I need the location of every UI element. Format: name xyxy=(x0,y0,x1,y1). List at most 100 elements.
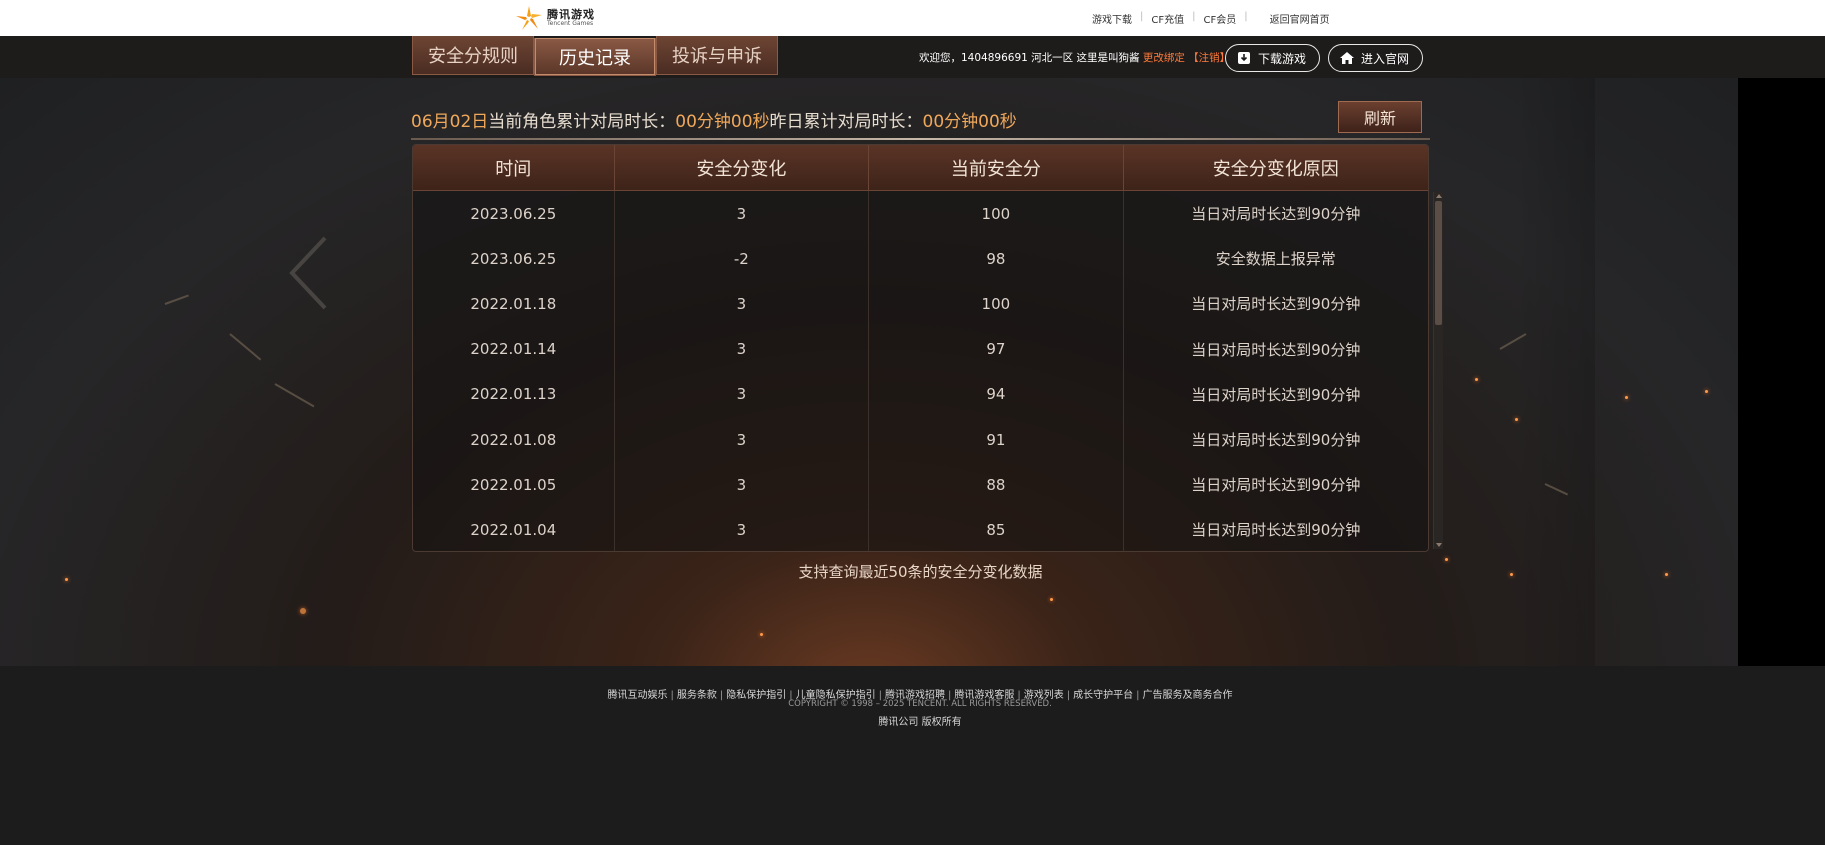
ember-spark xyxy=(1705,390,1708,393)
cell-change-reason: 当日对局时长达到90分钟 xyxy=(1191,476,1361,495)
table-row: 2022.01.13 3 94 当日对局时长达到90分钟 xyxy=(413,371,1428,417)
enter-site-button[interactable]: 进入官网 xyxy=(1328,44,1423,72)
cell-score-change: 3 xyxy=(615,507,870,551)
cell-current-score: 97 xyxy=(869,326,1124,372)
top-nav-cf-recharge[interactable]: CF充值 xyxy=(1151,11,1184,26)
logo-en-text: Tencent Games xyxy=(547,20,594,27)
cell-change-reason: 当日对局时长达到90分钟 xyxy=(1191,205,1361,224)
cell-change-reason: 当日对局时长达到90分钟 xyxy=(1191,385,1361,404)
ember-spark xyxy=(1515,418,1518,421)
table-row: 2022.01.04 3 85 当日对局时长达到90分钟 xyxy=(413,507,1428,551)
cell-score-change: 3 xyxy=(615,281,870,327)
cell-change-reason: 安全数据上报异常 xyxy=(1215,250,1336,269)
top-nav-download-game[interactable]: 游戏下载 xyxy=(1092,11,1132,26)
home-icon xyxy=(1339,50,1355,66)
summary-date: 06月02日 xyxy=(411,112,489,132)
column-header-time: 时间 xyxy=(413,145,615,190)
cell-current-score: 100 xyxy=(869,281,1124,327)
cell-current-score: 100 xyxy=(869,191,1124,237)
cell-time: 2023.06.25 xyxy=(413,236,615,282)
ember-spark xyxy=(300,608,306,614)
background-chevron-decoration xyxy=(289,236,327,310)
tab-security-rules[interactable]: 安全分规则 xyxy=(412,36,534,75)
tab-history[interactable]: 历史记录 xyxy=(534,38,656,76)
divider-line xyxy=(411,138,1430,140)
cell-score-change: 3 xyxy=(615,462,870,508)
welcome-text: 欢迎您，1404896691 河北一区 这里是叫狗酱 更改绑定 【注销】 xyxy=(919,50,1230,65)
cell-change-reason: 当日对局时长达到90分钟 xyxy=(1191,340,1361,359)
tencent-games-logo-icon xyxy=(516,6,542,30)
tab-complaint-appeal[interactable]: 投诉与申诉 xyxy=(656,36,778,75)
ember-spark xyxy=(1050,598,1053,601)
company-text: 腾讯公司 版权所有 xyxy=(878,717,962,728)
header-bar: 安全分规则 历史记录 投诉与申诉 欢迎您，1404896691 河北一区 这里是… xyxy=(0,36,1825,78)
cell-current-score: 94 xyxy=(869,371,1124,417)
cell-time: 2022.01.05 xyxy=(413,462,615,508)
welcome-user-info: 欢迎您，1404896691 河北一区 这里是叫狗酱 xyxy=(919,52,1140,64)
history-table: 时间 安全分变化 当前安全分 安全分变化原因 2023.06.25 3 100 … xyxy=(412,144,1429,552)
cell-time: 2022.01.08 xyxy=(413,416,615,463)
scroll-up-arrow-icon[interactable] xyxy=(1436,194,1442,198)
cell-change-reason: 当日对局时长达到90分钟 xyxy=(1191,431,1361,450)
cell-score-change: 3 xyxy=(615,416,870,463)
nav-divider: | xyxy=(1192,11,1196,22)
ember-spark xyxy=(1445,558,1448,561)
ember-spark xyxy=(1665,573,1668,576)
yesterday-duration-label: 昨日累计对局时长： xyxy=(769,112,923,132)
download-icon xyxy=(1236,50,1252,66)
footer: 腾讯互动娱乐 | 服务条款 | 隐私保护指引 | 儿童隐私保护指引 | 腾讯游戏招聘 | 腾讯游戏客… xyxy=(0,666,1825,845)
download-game-label: 下载游戏 xyxy=(1258,51,1307,66)
cell-time: 2022.01.14 xyxy=(413,326,615,372)
today-duration-value: 00分钟00秒 xyxy=(675,112,770,132)
download-game-button[interactable]: 下载游戏 xyxy=(1225,44,1320,72)
cell-current-score: 88 xyxy=(869,462,1124,508)
cell-time: 2022.01.04 xyxy=(413,507,615,551)
top-nav-cf-member[interactable]: CF会员 xyxy=(1203,11,1236,26)
copyright-text: COPYRIGHT © 1998 – 2025 TENCENT. ALL RIG… xyxy=(788,699,1052,709)
nav-divider: | xyxy=(1140,11,1144,22)
table-row: 2022.01.18 3 100 当日对局时长达到90分钟 xyxy=(413,281,1428,327)
column-header-current-score: 当前安全分 xyxy=(869,145,1124,190)
logo-cn-text: 腾讯游戏 xyxy=(547,8,595,21)
cell-current-score: 85 xyxy=(869,507,1124,551)
cell-score-change: 3 xyxy=(615,326,870,372)
ember-spark xyxy=(1475,378,1478,381)
scroll-down-arrow-icon[interactable] xyxy=(1436,543,1442,547)
cell-score-change: 3 xyxy=(615,371,870,417)
logout-link[interactable]: 【注销】 xyxy=(1188,52,1230,64)
play-time-summary: 06月02日当前角色累计对局时长：00分钟00秒昨日累计对局时长：00分钟00秒 xyxy=(411,107,1017,132)
table-row: 2022.01.14 3 97 当日对局时长达到90分钟 xyxy=(413,326,1428,372)
ember-spark xyxy=(65,578,68,581)
cell-change-reason: 当日对局时长达到90分钟 xyxy=(1191,295,1361,314)
query-limit-note: 支持查询最近50条的安全分变化数据 xyxy=(798,563,1043,581)
top-bar: 腾讯游戏 Tencent Games 游戏下载 | CF充值 | CF会员 | … xyxy=(0,0,1825,36)
tab-bar: 安全分规则 历史记录 投诉与申诉 xyxy=(412,36,778,76)
enter-site-label: 进入官网 xyxy=(1361,51,1410,66)
top-nav: 游戏下载 | CF充值 | CF会员 | 返回官网首页 xyxy=(1092,11,1330,26)
cell-score-change: 3 xyxy=(615,191,870,237)
change-bind-link[interactable]: 更改绑定 xyxy=(1143,52,1185,64)
table-row: 2022.01.08 3 91 当日对局时长达到90分钟 xyxy=(413,416,1428,463)
table-row: 2023.06.25 -2 98 安全数据上报异常 xyxy=(413,236,1428,282)
ember-spark xyxy=(1510,573,1513,576)
cell-time: 2022.01.13 xyxy=(413,371,615,417)
column-header-score-change: 安全分变化 xyxy=(615,145,870,190)
cell-current-score: 91 xyxy=(869,416,1124,463)
top-nav-back-home[interactable]: 返回官网首页 xyxy=(1270,11,1330,26)
cell-time: 2022.01.18 xyxy=(413,281,615,327)
scrollbar-thumb[interactable] xyxy=(1435,201,1442,325)
cell-time: 2023.06.25 xyxy=(413,191,615,237)
refresh-button[interactable]: 刷新 xyxy=(1338,101,1422,133)
column-header-change-reason: 安全分变化原因 xyxy=(1212,158,1339,180)
table-row: 2022.01.05 3 88 当日对局时长达到90分钟 xyxy=(413,462,1428,508)
table-scrollbar[interactable] xyxy=(1433,192,1443,549)
table-row: 2023.06.25 3 100 当日对局时长达到90分钟 xyxy=(413,191,1428,237)
tencent-games-logo[interactable]: 腾讯游戏 Tencent Games xyxy=(514,4,595,32)
nav-divider: | xyxy=(1244,11,1248,22)
ember-spark xyxy=(1625,396,1628,399)
table-header: 时间 安全分变化 当前安全分 安全分变化原因 xyxy=(413,145,1428,191)
table-body: 2023.06.25 3 100 当日对局时长达到90分钟 2023.06.25… xyxy=(413,191,1428,551)
cell-change-reason: 当日对局时长达到90分钟 xyxy=(1191,521,1361,540)
cell-current-score: 98 xyxy=(869,236,1124,282)
ember-spark xyxy=(760,633,763,636)
